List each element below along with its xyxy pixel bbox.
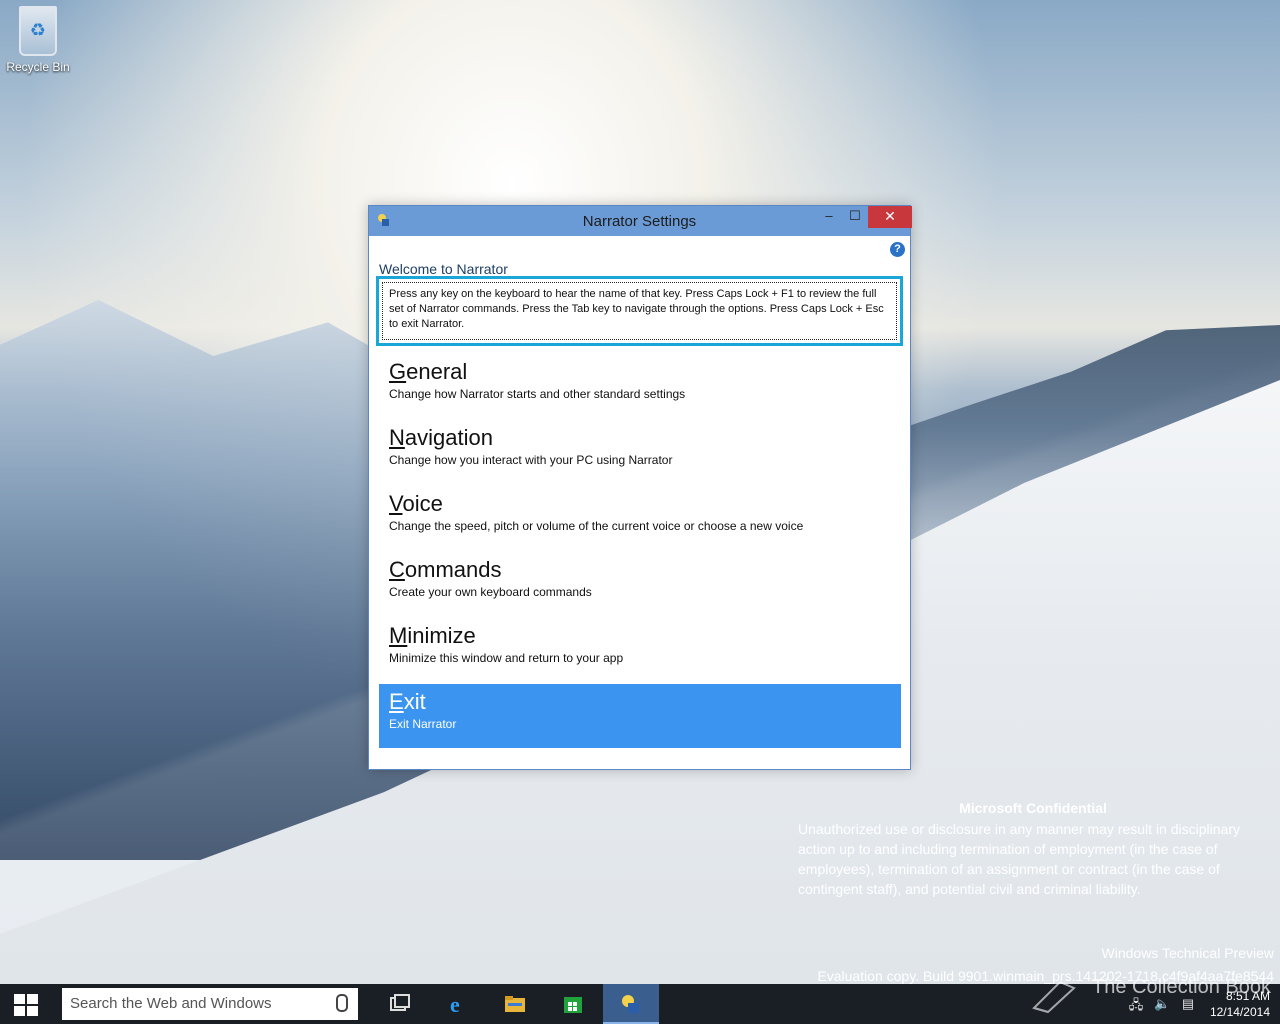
help-icon[interactable]: ? [890, 242, 905, 257]
minimize-button[interactable]: – [815, 206, 843, 228]
option-heading: General [389, 358, 891, 386]
option-description: Create your own keyboard commands [389, 585, 592, 599]
file-explorer-button[interactable] [487, 984, 541, 1024]
option-description: Change how Narrator starts and other sta… [389, 387, 686, 401]
option-heading-rest: eneral [406, 359, 468, 384]
close-button[interactable]: ✕ [868, 206, 912, 228]
option-voice[interactable]: Voice Change the speed, pitch or volume … [379, 486, 901, 550]
desktop-icon-label: Recycle Bin [6, 60, 70, 74]
option-heading-rest: avigation [404, 425, 493, 450]
option-description: Exit Narrator [389, 717, 457, 731]
clock-date: 12/14/2014 [1209, 1005, 1270, 1019]
file-explorer-icon [505, 996, 525, 1012]
internet-explorer-button[interactable]: e [430, 984, 484, 1024]
option-heading-rest: inimize [407, 623, 476, 648]
option-heading: Voice [389, 490, 891, 518]
welcome-heading: Welcome to Narrator [379, 261, 508, 277]
option-heading-rest: ommands [404, 557, 502, 582]
title-bar[interactable]: Narrator Settings – ☐ ✕ [369, 206, 912, 236]
option-minimize[interactable]: Minimize Minimize this window and return… [379, 618, 901, 682]
desktop-icon-recycle-bin[interactable]: Recycle Bin [4, 6, 72, 74]
internet-explorer-icon: e [450, 993, 460, 1015]
confidential-title: Microsoft Confidential [959, 800, 1107, 816]
task-view-icon [390, 994, 410, 1011]
option-navigation[interactable]: Navigation Change how you interact with … [379, 420, 901, 484]
windows-logo-icon [14, 994, 38, 1016]
option-heading-rest: oice [402, 491, 443, 516]
maximize-button[interactable]: ☐ [841, 206, 869, 228]
edition-label: Windows Technical Preview [1101, 945, 1274, 961]
access-key: N [389, 425, 405, 450]
option-commands[interactable]: Commands Create your own keyboard comman… [379, 552, 901, 616]
option-description: Change how you interact with your PC usi… [389, 453, 673, 467]
narrator-icon [622, 995, 639, 1013]
access-key: C [389, 557, 405, 582]
option-description: Minimize this window and return to your … [389, 651, 624, 665]
recycle-bin-icon [19, 6, 57, 56]
svg-text:e: e [450, 993, 460, 1015]
option-heading: Commands [389, 556, 891, 584]
search-placeholder: Search the Web and Windows [70, 995, 272, 1012]
option-exit[interactable]: Exit Exit Narrator [379, 684, 901, 748]
confidential-body: Unauthorized use or disclosure in any ma… [798, 821, 1240, 897]
confidential-watermark: Microsoft Confidential Unauthorized use … [798, 800, 1268, 899]
store-icon [564, 997, 582, 1013]
taskbar: Search the Web and Windows e 🖧 🔈 ▤ 8:51 … [0, 984, 1280, 1024]
book-watermark-icon [1032, 980, 1076, 1014]
brand-watermark: The Collection Book [1092, 976, 1271, 998]
access-key: E [389, 689, 404, 714]
option-heading-rest: xit [403, 689, 426, 714]
option-heading: Exit [389, 688, 891, 716]
store-button[interactable] [545, 984, 599, 1024]
microphone-icon[interactable] [336, 994, 348, 1012]
description-text: Press any key on the keyboard to hear th… [382, 282, 897, 340]
access-key: V [389, 491, 403, 516]
search-input[interactable]: Search the Web and Windows [62, 988, 358, 1020]
option-heading: Navigation [389, 424, 891, 452]
description-box[interactable]: Press any key on the keyboard to hear th… [376, 276, 903, 346]
option-heading: Minimize [389, 622, 891, 650]
task-view-button[interactable] [372, 984, 426, 1024]
start-button[interactable] [0, 984, 50, 1024]
access-key: M [389, 623, 408, 648]
option-general[interactable]: General Change how Narrator starts and o… [379, 354, 901, 418]
option-description: Change the speed, pitch or volume of the… [389, 519, 804, 533]
narrator-taskbar-button[interactable] [603, 984, 659, 1024]
narrator-settings-window: Narrator Settings – ☐ ✕ ? Welcome to Nar… [368, 205, 912, 770]
access-key: G [389, 359, 407, 384]
